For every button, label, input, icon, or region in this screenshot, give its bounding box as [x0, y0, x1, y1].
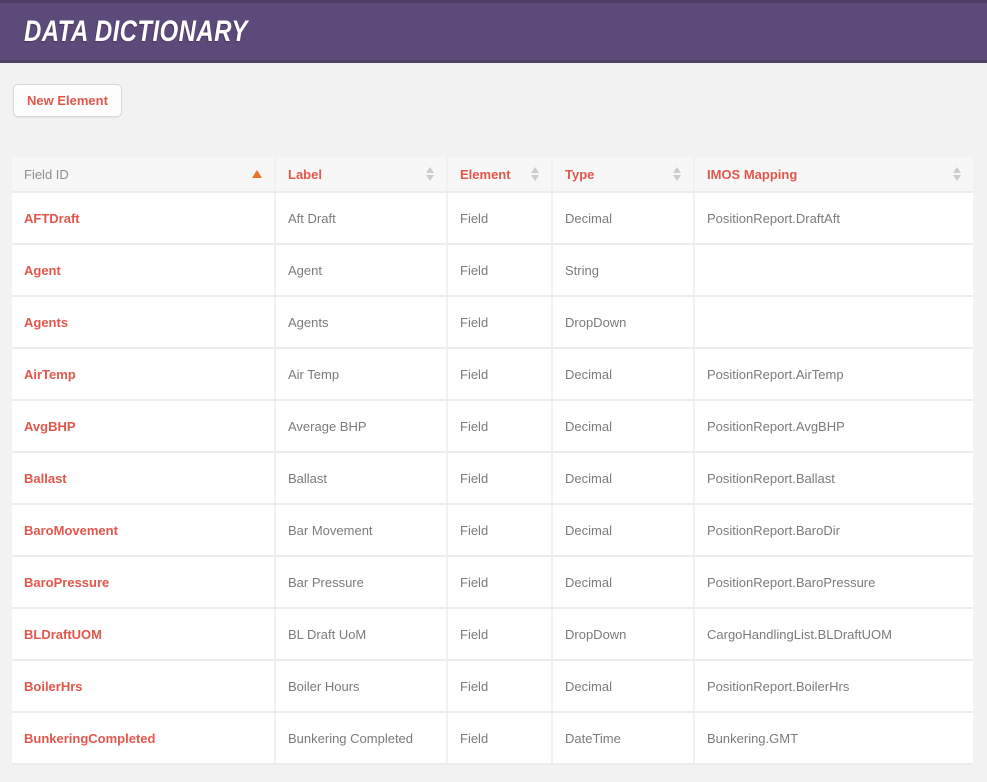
table-row: BLDraftUOM BL Draft UoM Field DropDown C… — [12, 608, 973, 660]
element-cell: Field — [447, 296, 552, 348]
type-cell: Decimal — [552, 660, 694, 712]
data-dictionary-table: Field ID Label Element — [12, 157, 973, 765]
column-header-label[interactable]: Label — [275, 157, 447, 192]
field-id-link[interactable]: Ballast — [12, 452, 275, 504]
label-cell: Average BHP — [275, 400, 447, 452]
table-body: AFTDraft Aft Draft Field Decimal Positio… — [12, 192, 973, 764]
label-cell: Ballast — [275, 452, 447, 504]
new-element-button[interactable]: New Element — [13, 84, 122, 117]
field-id-link[interactable]: BunkeringCompleted — [12, 712, 275, 764]
element-cell: Field — [447, 556, 552, 608]
element-cell: Field — [447, 452, 552, 504]
element-cell: Field — [447, 244, 552, 296]
element-cell: Field — [447, 504, 552, 556]
type-cell: DropDown — [552, 608, 694, 660]
field-id-link[interactable]: AFTDraft — [12, 192, 275, 244]
imos-mapping-cell: PositionReport.BaroDir — [694, 504, 973, 556]
table-row: BunkeringCompleted Bunkering Completed F… — [12, 712, 973, 764]
label-cell: Bar Movement — [275, 504, 447, 556]
element-cell: Field — [447, 608, 552, 660]
table-row: BaroPressure Bar Pressure Field Decimal … — [12, 556, 973, 608]
type-cell: Decimal — [552, 400, 694, 452]
sort-ascending-icon — [252, 170, 262, 178]
label-cell: Bunkering Completed — [275, 712, 447, 764]
column-label-type: Type — [565, 167, 594, 182]
type-cell: Decimal — [552, 504, 694, 556]
table-row: AFTDraft Aft Draft Field Decimal Positio… — [12, 192, 973, 244]
label-cell: Agent — [275, 244, 447, 296]
imos-mapping-cell — [694, 244, 973, 296]
table-row: Agents Agents Field DropDown — [12, 296, 973, 348]
sort-both-icon — [531, 167, 539, 181]
page-title: DATA DICTIONARY — [24, 15, 248, 49]
imos-mapping-cell: PositionReport.AirTemp — [694, 348, 973, 400]
column-header-type[interactable]: Type — [552, 157, 694, 192]
column-label-element: Element — [460, 167, 511, 182]
label-cell: Agents — [275, 296, 447, 348]
field-id-link[interactable]: BaroPressure — [12, 556, 275, 608]
element-cell: Field — [447, 348, 552, 400]
sort-both-icon — [426, 167, 434, 181]
imos-mapping-cell — [694, 296, 973, 348]
type-cell: Decimal — [552, 192, 694, 244]
column-header-element[interactable]: Element — [447, 157, 552, 192]
type-cell: DateTime — [552, 712, 694, 764]
field-id-link[interactable]: BaroMovement — [12, 504, 275, 556]
table-header: Field ID Label Element — [12, 157, 973, 192]
table-row: BaroMovement Bar Movement Field Decimal … — [12, 504, 973, 556]
field-id-link[interactable]: AirTemp — [12, 348, 275, 400]
type-cell: Decimal — [552, 348, 694, 400]
field-id-link[interactable]: Agent — [12, 244, 275, 296]
table-row: Agent Agent Field String — [12, 244, 973, 296]
column-label-imos-mapping: IMOS Mapping — [707, 167, 797, 182]
label-cell: Boiler Hours — [275, 660, 447, 712]
column-header-imos-mapping[interactable]: IMOS Mapping — [694, 157, 973, 192]
type-cell: String — [552, 244, 694, 296]
table-header-row: Field ID Label Element — [12, 157, 973, 192]
imos-mapping-cell: PositionReport.AvgBHP — [694, 400, 973, 452]
type-cell: DropDown — [552, 296, 694, 348]
data-dictionary-table-container: Field ID Label Element — [12, 157, 975, 765]
sort-both-icon — [673, 167, 681, 181]
sort-both-icon — [953, 167, 961, 181]
table-row: AirTemp Air Temp Field Decimal PositionR… — [12, 348, 973, 400]
field-id-link[interactable]: BoilerHrs — [12, 660, 275, 712]
label-cell: Aft Draft — [275, 192, 447, 244]
column-header-field-id[interactable]: Field ID — [12, 157, 275, 192]
type-cell: Decimal — [552, 452, 694, 504]
label-cell: BL Draft UoM — [275, 608, 447, 660]
table-row: AvgBHP Average BHP Field Decimal Positio… — [12, 400, 973, 452]
column-label-field-id: Field ID — [24, 167, 69, 182]
element-cell: Field — [447, 192, 552, 244]
imos-mapping-cell: PositionReport.BaroPressure — [694, 556, 973, 608]
table-row: Ballast Ballast Field Decimal PositionRe… — [12, 452, 973, 504]
toolbar: New Element — [0, 63, 987, 117]
label-cell: Air Temp — [275, 348, 447, 400]
field-id-link[interactable]: BLDraftUOM — [12, 608, 275, 660]
element-cell: Field — [447, 660, 552, 712]
imos-mapping-cell: PositionReport.DraftAft — [694, 192, 973, 244]
imos-mapping-cell: CargoHandlingList.BLDraftUOM — [694, 608, 973, 660]
field-id-link[interactable]: AvgBHP — [12, 400, 275, 452]
element-cell: Field — [447, 400, 552, 452]
imos-mapping-cell: PositionReport.Ballast — [694, 452, 973, 504]
label-cell: Bar Pressure — [275, 556, 447, 608]
table-row: BoilerHrs Boiler Hours Field Decimal Pos… — [12, 660, 973, 712]
element-cell: Field — [447, 712, 552, 764]
type-cell: Decimal — [552, 556, 694, 608]
page-header: DATA DICTIONARY — [0, 0, 987, 63]
column-label-label: Label — [288, 167, 322, 182]
field-id-link[interactable]: Agents — [12, 296, 275, 348]
imos-mapping-cell: Bunkering.GMT — [694, 712, 973, 764]
imos-mapping-cell: PositionReport.BoilerHrs — [694, 660, 973, 712]
